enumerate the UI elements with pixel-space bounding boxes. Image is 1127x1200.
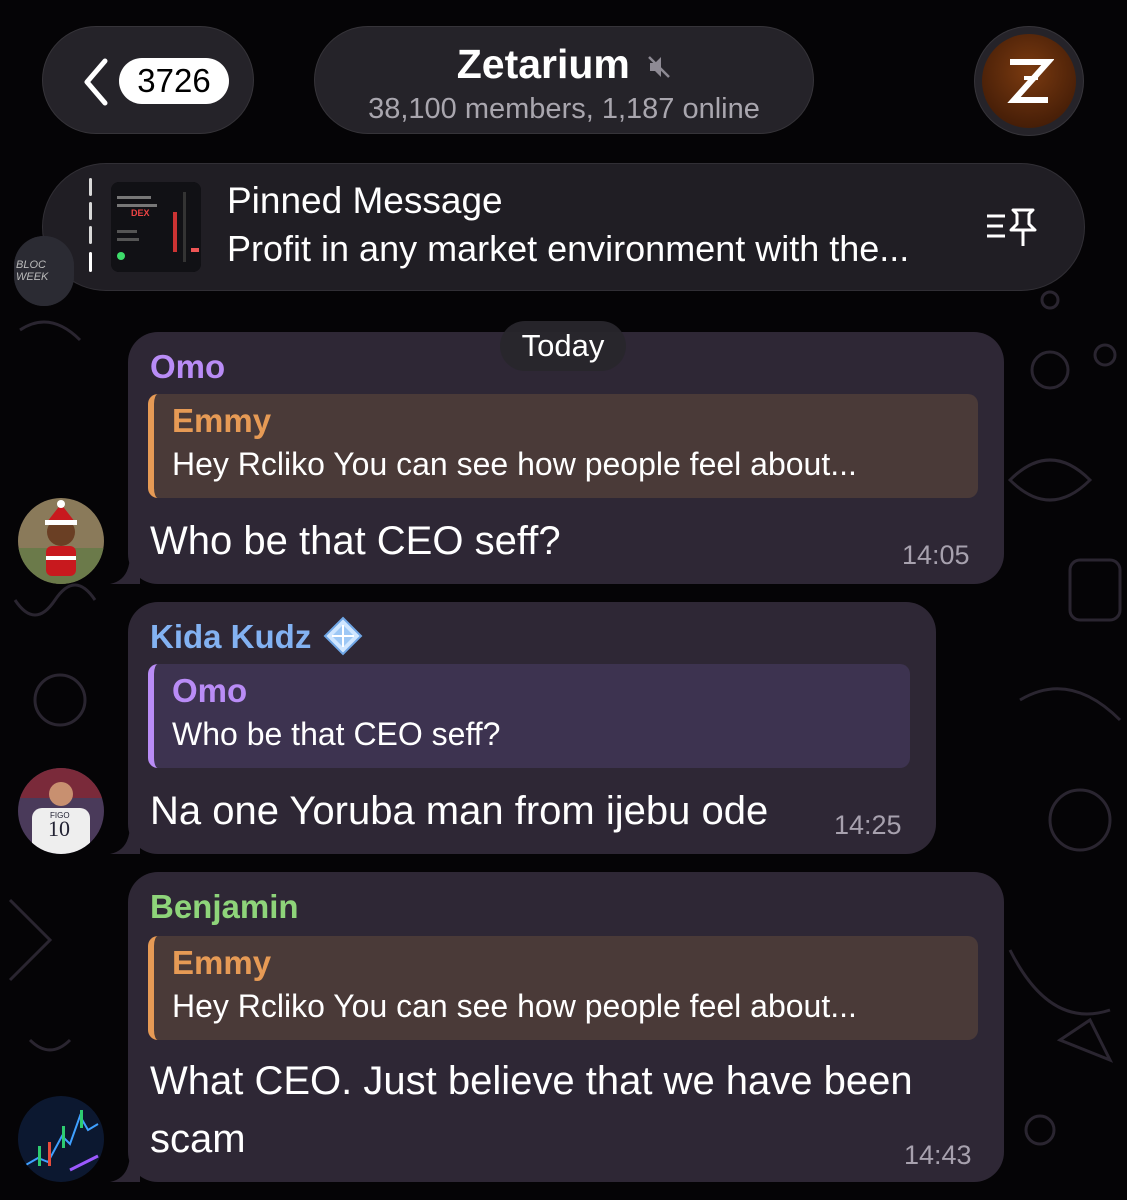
reply-text: Who be that CEO seff?: [172, 716, 501, 752]
message-time: 14:05: [902, 540, 970, 570]
bubble-tail: [110, 1152, 140, 1182]
zetarium-logo-icon: [1007, 59, 1054, 103]
reply-text: Hey Rcliko You can see how people feel a…: [172, 988, 857, 1024]
reply-text: Hey Rcliko You can see how people feel a…: [172, 446, 857, 482]
date-separator: Today: [500, 321, 626, 371]
reply-quote[interactable]: Emmy Hey Rcliko You can see how people f…: [148, 936, 978, 1040]
back-button[interactable]: 3726: [42, 26, 254, 134]
reply-sender: Emmy: [172, 402, 272, 439]
sender-name[interactable]: Kida Kudz: [150, 618, 311, 655]
bubble-tail: [110, 824, 140, 854]
message-time: 14:43: [904, 1140, 972, 1170]
svg-text:WEEK: WEEK: [16, 271, 49, 283]
sender-name[interactable]: Benjamin: [150, 888, 299, 926]
reply-quote[interactable]: Omo Who be that CEO seff?: [148, 664, 910, 768]
message-bubble-kida-kudz[interactable]: Kida Kudz Omo Who be that CEO seff? Na o…: [128, 602, 936, 854]
premium-badge-icon: [323, 616, 362, 656]
avatar[interactable]: BLOC WEEK: [14, 236, 74, 306]
chat-subtitle: 38,100 members, 1,187 online: [368, 93, 760, 125]
reply-quote[interactable]: Emmy Hey Rcliko You can see how people f…: [148, 394, 978, 498]
avatar-benjamin[interactable]: [18, 1096, 104, 1182]
pinned-message-bar[interactable]: DEX Pinned Message Profit in any market …: [42, 163, 1085, 291]
message-text: Who be that CEO seff?: [150, 519, 561, 563]
svg-text:FIGO: FIGO: [50, 811, 70, 820]
pinned-preview-text: Profit in any market environment with th…: [227, 228, 910, 269]
pinned-position-indicator: [89, 178, 93, 278]
chat-title-row: Zetarium: [315, 41, 813, 88]
chat-title: Zetarium: [456, 41, 630, 87]
chevron-left-icon: [84, 58, 108, 106]
bubble-tail: [110, 554, 140, 584]
pinned-thumbnail: DEX: [111, 182, 201, 272]
pinned-title: Pinned Message: [227, 180, 503, 221]
message-text-line-2: scam: [150, 1117, 246, 1161]
reply-sender: Omo: [172, 672, 248, 709]
pin-list-icon[interactable]: [983, 204, 1039, 250]
message-time: 14:25: [834, 810, 902, 840]
chat-header[interactable]: Zetarium 38,100 members, 1,187 online: [314, 26, 814, 134]
pinned-thumb-label: DEX: [131, 208, 150, 218]
message-text: Na one Yoruba man from ijebu ode: [150, 789, 769, 833]
channel-logo: [982, 34, 1076, 128]
message-text-line-1: What CEO. Just believe that we have been: [150, 1059, 913, 1103]
unread-count-badge: 3726: [119, 58, 229, 104]
speaker-muted-icon: [648, 56, 671, 79]
message-bubble-benjamin[interactable]: Benjamin Emmy Hey Rcliko You can see how…: [128, 872, 1004, 1182]
channel-avatar[interactable]: [974, 26, 1084, 136]
svg-text:BLOC: BLOC: [16, 259, 46, 271]
reply-sender: Emmy: [172, 944, 272, 981]
avatar-omo[interactable]: [18, 498, 104, 584]
avatar-kida-kudz[interactable]: 10 FIGO: [18, 768, 104, 854]
sender-name-row: Kida Kudz: [150, 616, 363, 656]
sender-name[interactable]: Omo: [150, 348, 225, 386]
